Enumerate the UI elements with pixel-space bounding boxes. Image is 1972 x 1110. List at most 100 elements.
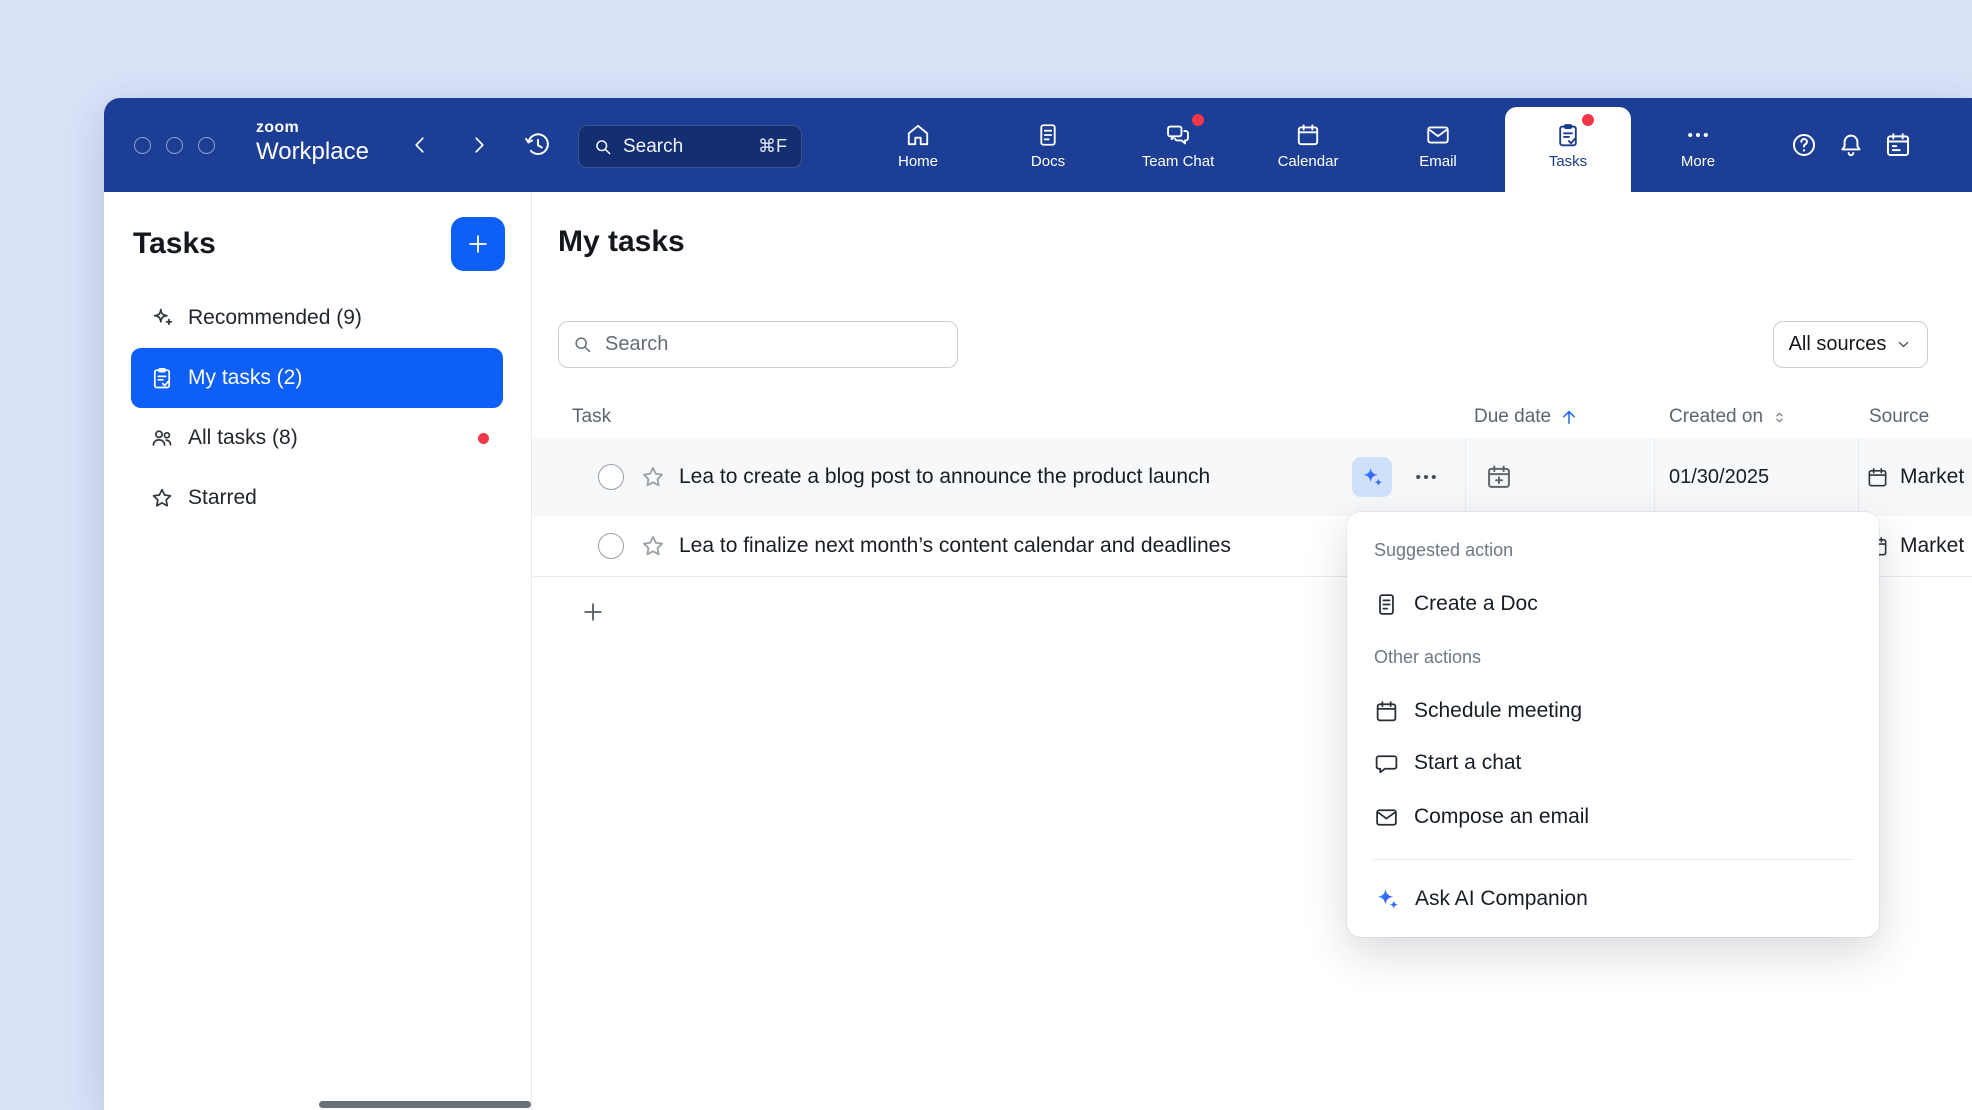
add-due-date-button[interactable] [1485,463,1513,491]
star-icon [150,486,174,510]
ai-companion-icon [1360,465,1384,489]
sidebar-item-starred[interactable]: Starred [131,468,503,528]
window-close-button[interactable] [134,137,151,154]
sort-ascending-icon [1559,407,1579,427]
column-header-created-on[interactable]: Created on [1669,396,1788,438]
horizontal-scrollbar-thumb[interactable] [319,1101,531,1108]
cell-divider [1654,438,1655,516]
history-icon [524,131,552,159]
created-on-label: Created on [1669,406,1763,428]
team-chat-notification-dot [1192,114,1204,126]
active-tab-background [1505,107,1631,192]
menu-item-label: Start a chat [1414,751,1521,775]
sidebar-item-all-tasks[interactable]: All tasks (8) [131,408,503,468]
people-icon [150,426,174,450]
sidebar-item-recommended[interactable]: Recommended (9) [131,288,503,348]
topbar-right-icons [1790,98,1912,192]
desktop-background: zoom Workplace Search ⌘F Home Docs [0,0,1972,1110]
zoom-logo: zoom [256,120,369,136]
nav-email[interactable]: Email [1373,98,1503,192]
due-date-label: Due date [1474,406,1551,428]
global-search[interactable]: Search ⌘F [578,125,802,168]
help-button[interactable] [1790,131,1818,159]
window-controls [134,98,215,192]
window-minimize-button[interactable] [166,137,183,154]
help-icon [1790,131,1818,159]
ai-actions-popup: Suggested action Create a Doc Other acti… [1347,512,1879,937]
schedule-meeting-menu-item[interactable]: Schedule meeting [1374,685,1852,737]
schedule-button[interactable] [1884,131,1912,159]
team-chat-icon [1165,122,1191,148]
create-doc-menu-item[interactable]: Create a Doc [1374,578,1852,630]
search-icon [572,334,593,355]
sidebar-title: Tasks [133,227,216,261]
nav-home[interactable]: Home [853,98,983,192]
menu-item-label: Create a Doc [1414,592,1538,616]
nav-more[interactable]: More [1633,98,1763,192]
nav-more-label: More [1681,154,1715,169]
search-icon [593,137,613,157]
calendar-icon [1866,466,1889,489]
window-zoom-button[interactable] [198,137,215,154]
tasks-icon [1555,122,1581,148]
add-task-button[interactable] [451,217,505,271]
row-more-actions-button[interactable] [1412,464,1440,490]
ask-ai-companion-menu-item[interactable]: Ask AI Companion [1374,873,1852,925]
source-filter-label: All sources [1789,333,1887,356]
menu-item-label: Compose an email [1414,805,1589,829]
menu-item-label: Ask AI Companion [1415,887,1588,911]
star-task-button[interactable] [640,464,666,490]
sidebar-header: Tasks [133,216,505,272]
nav-tasks[interactable]: Tasks [1503,98,1633,192]
all-tasks-notification-dot [478,433,489,444]
task-search-input[interactable] [558,321,958,368]
source-cell: Market [1866,534,1964,558]
task-complete-checkbox[interactable] [598,464,624,490]
sidebar-item-label: Recommended (9) [188,306,362,330]
product-name: Workplace [256,140,369,164]
popup-divider [1374,859,1852,860]
nav-home-label: Home [898,154,938,169]
source-filter-dropdown[interactable]: All sources [1773,321,1928,368]
forward-button[interactable] [467,133,491,157]
history-button[interactable] [524,131,552,159]
add-row-button[interactable] [580,599,606,625]
notifications-button[interactable] [1837,131,1865,159]
home-icon [905,122,931,148]
topbar: zoom Workplace Search ⌘F Home Docs [104,98,1972,192]
task-complete-checkbox[interactable] [598,533,624,559]
star-task-button[interactable] [640,533,666,559]
nav-calendar[interactable]: Calendar [1243,98,1373,192]
chat-bubble-icon [1374,751,1399,776]
task-title: Lea to finalize next month’s content cal… [679,534,1231,558]
tasks-notification-dot [1582,114,1594,126]
table-row[interactable]: Lea to create a blog post to announce th… [533,438,1972,517]
app-window: zoom Workplace Search ⌘F Home Docs [104,98,1972,1110]
plus-icon [580,599,606,625]
table-header: Task Due date Created on Source [533,396,1972,439]
column-header-due-date[interactable]: Due date [1474,396,1579,438]
email-icon [1374,805,1399,830]
start-chat-menu-item[interactable]: Start a chat [1374,737,1852,789]
back-button[interactable] [408,133,432,157]
sort-toggle-icon [1771,409,1788,426]
global-search-placeholder: Search [623,136,683,158]
source-value: Market [1900,534,1964,558]
nav-docs[interactable]: Docs [983,98,1113,192]
cell-divider [1465,438,1466,516]
nav-team-chat[interactable]: Team Chat [1113,98,1243,192]
ai-companion-button[interactable] [1352,457,1392,497]
task-title: Lea to create a blog post to announce th… [679,465,1210,489]
more-icon [1685,122,1711,148]
popup-section-header: Other actions [1374,642,1852,672]
plus-icon [465,231,491,257]
task-search [558,321,958,368]
sidebar-items: Recommended (9) My tasks (2) All tasks (… [131,288,503,528]
nav-docs-label: Docs [1031,154,1065,169]
star-icon [640,533,666,559]
calendar-icon [1374,699,1399,724]
compose-email-menu-item[interactable]: Compose an email [1374,791,1852,843]
date-calendar-icon [1884,131,1912,159]
sidebar-item-my-tasks[interactable]: My tasks (2) [131,348,503,408]
ellipsis-icon [1412,464,1440,490]
